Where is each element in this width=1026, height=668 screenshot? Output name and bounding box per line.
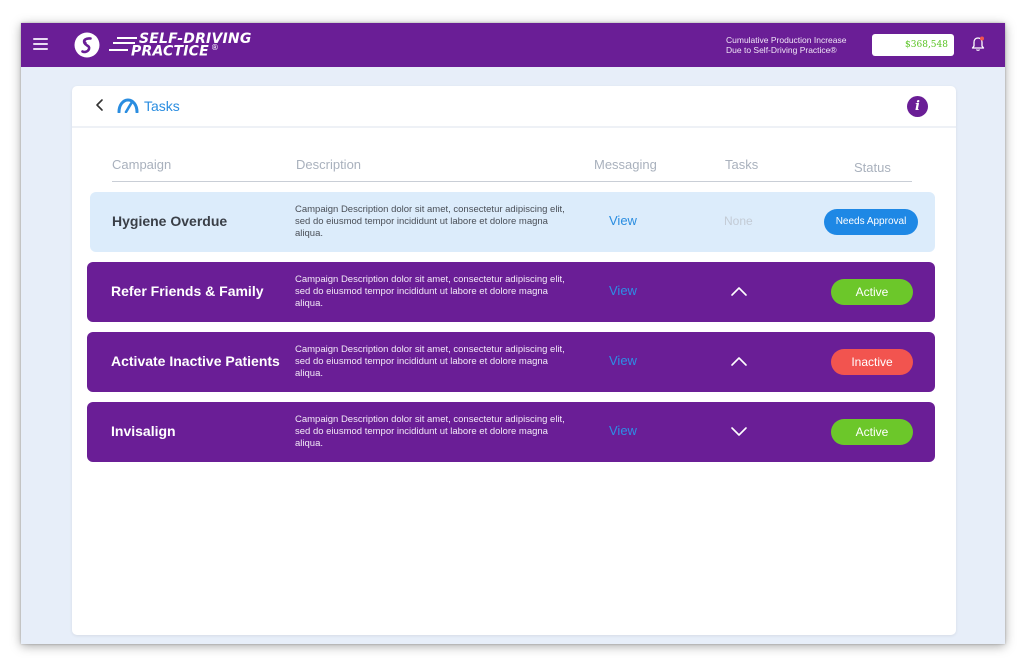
production-label: Cumulative Production Increase Due to Se…: [726, 35, 847, 55]
status-badge[interactable]: Active: [831, 279, 913, 305]
status-badge[interactable]: Active: [831, 419, 913, 445]
top-bar: SELF-DRIVING PRACTICE ® Cumulative Produc…: [21, 23, 1005, 67]
table-row[interactable]: Activate Inactive Patients Campaign Desc…: [87, 332, 935, 392]
card-header: Tasks i: [72, 86, 956, 128]
info-icon[interactable]: i: [907, 96, 928, 117]
chevron-left-icon[interactable]: [94, 98, 106, 112]
table-row[interactable]: Invisalign Campaign Description dolor si…: [87, 402, 935, 462]
column-header-messaging: Messaging: [594, 157, 657, 172]
status-badge[interactable]: Inactive: [831, 349, 913, 375]
page-title[interactable]: Tasks: [144, 98, 180, 114]
app-window: SELF-DRIVING PRACTICE ® Cumulative Produc…: [21, 23, 1005, 644]
bell-icon[interactable]: [971, 36, 985, 52]
chevron-up-icon[interactable]: [729, 284, 749, 298]
campaign-name: Invisalign: [111, 423, 176, 439]
header-divider: [112, 181, 912, 182]
tasks-card: Tasks i Campaign Description Messaging T…: [72, 86, 956, 635]
messaging-view-link[interactable]: View: [609, 213, 637, 228]
brand-logo-mark: [74, 32, 100, 58]
campaign-name: Refer Friends & Family: [111, 283, 264, 299]
table-row[interactable]: Hygiene Overdue Campaign Description dol…: [90, 192, 935, 252]
messaging-view-link[interactable]: View: [609, 283, 637, 298]
column-header-status: Status: [854, 160, 891, 175]
messaging-view-link[interactable]: View: [609, 353, 637, 368]
production-value: $368,548: [872, 34, 954, 56]
chevron-down-icon[interactable]: [729, 424, 749, 438]
gauge-icon: [117, 98, 139, 113]
campaign-name: Activate Inactive Patients: [111, 353, 280, 369]
column-header-description: Description: [296, 157, 362, 172]
tasks-none-label: None: [724, 214, 753, 228]
chevron-up-icon[interactable]: [729, 354, 749, 368]
status-badge[interactable]: Needs Approval: [824, 209, 918, 235]
campaign-description: Campaign Description dolor sit amet, con…: [295, 274, 565, 309]
campaign-description: Campaign Description dolor sit amet, con…: [295, 204, 565, 239]
table-row[interactable]: Refer Friends & Family Campaign Descript…: [87, 262, 935, 322]
column-header-tasks: Tasks: [725, 157, 759, 172]
brand-name-line2: PRACTICE ®: [131, 43, 220, 60]
campaign-description: Campaign Description dolor sit amet, con…: [295, 344, 565, 379]
column-header-campaign: Campaign: [112, 157, 172, 172]
campaign-description: Campaign Description dolor sit amet, con…: [295, 414, 565, 449]
campaign-name: Hygiene Overdue: [112, 213, 228, 229]
messaging-view-link[interactable]: View: [609, 423, 637, 438]
hamburger-icon[interactable]: [33, 38, 48, 51]
brand-logo-text: SELF-DRIVING PRACTICE ®: [109, 31, 259, 61]
